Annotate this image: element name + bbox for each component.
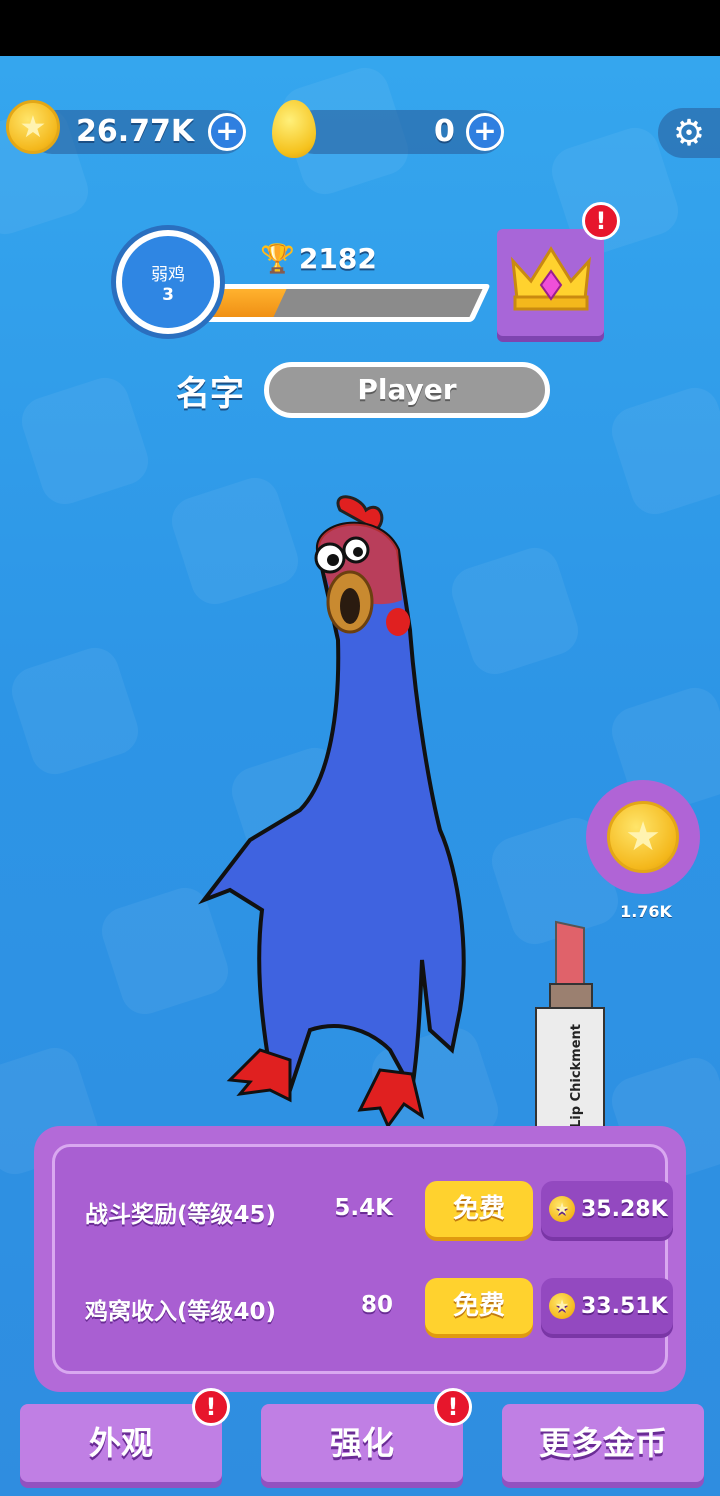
- xp-progress-bar: [181, 284, 491, 322]
- upgrade-button[interactable]: 强化: [261, 1404, 463, 1482]
- settings-button[interactable]: ⚙: [658, 108, 720, 158]
- upgrade-cost: 33.51K: [581, 1293, 668, 1319]
- reward-amount: 5.4K: [334, 1195, 393, 1221]
- coin-upgrade-button[interactable]: ★ 33.51K: [541, 1278, 673, 1334]
- reward-label: 鸡窝收入(等级40): [85, 1299, 277, 1325]
- free-upgrade-button[interactable]: 免费: [425, 1181, 533, 1237]
- player-name-field[interactable]: Player: [264, 362, 550, 418]
- add-coins-button[interactable]: +: [208, 113, 246, 151]
- appearance-alert-badge: !: [192, 1388, 230, 1426]
- lipstick-prop: Lip Chickment: [535, 920, 605, 1138]
- reward-label: 战斗奖励(等级45): [85, 1202, 277, 1228]
- name-label: 名字: [176, 374, 244, 414]
- coin-icon: ★: [549, 1293, 575, 1319]
- status-bar: [0, 0, 720, 56]
- reward-amount: 80: [360, 1292, 393, 1318]
- coin-icon: ★: [6, 100, 60, 154]
- side-coin-value: 1.76K: [620, 902, 672, 921]
- upgrade-cost: 35.28K: [581, 1196, 668, 1222]
- coin-icon: ★: [607, 801, 679, 873]
- lipstick-label: Lip Chickment: [569, 1024, 584, 1128]
- trophy-value: 2182: [298, 242, 377, 275]
- crown-rank-button[interactable]: [497, 229, 604, 336]
- level-title: 弱鸡: [151, 264, 185, 285]
- reward-row-battle: 战斗奖励(等级45) 5.4K 免费 ★ 35.28K: [55, 1181, 673, 1241]
- level-number: 3: [162, 284, 174, 305]
- appearance-button[interactable]: 外观: [20, 1404, 222, 1482]
- reward-panel: 战斗奖励(等级45) 5.4K 免费 ★ 35.28K 鸡窝收入(等级40) 8…: [34, 1126, 686, 1392]
- coin-icon: ★: [549, 1196, 575, 1222]
- upgrade-alert-badge: !: [434, 1388, 472, 1426]
- egg-balance: 0: [434, 114, 455, 149]
- free-upgrade-button[interactable]: 免费: [425, 1278, 533, 1334]
- add-eggs-button[interactable]: +: [466, 113, 504, 151]
- egg-icon: [272, 100, 316, 158]
- coin-balance: 26.77K: [76, 114, 195, 149]
- gear-icon: ⚙: [672, 112, 706, 154]
- trophy-icon: 🏆: [260, 242, 295, 275]
- reward-row-nest: 鸡窝收入(等级40) 80 免费 ★ 33.51K: [55, 1278, 673, 1338]
- chicken-character[interactable]: [190, 490, 510, 1130]
- crown-icon: [511, 246, 591, 311]
- player-level-badge: 弱鸡 3: [116, 230, 220, 334]
- side-coin-reward-button[interactable]: ★: [586, 780, 700, 894]
- more-coins-button[interactable]: 更多金币: [502, 1404, 704, 1482]
- coin-upgrade-button[interactable]: ★ 35.28K: [541, 1181, 673, 1237]
- crown-alert-badge: !: [582, 202, 620, 240]
- trophy-count: 🏆 2182: [260, 242, 377, 275]
